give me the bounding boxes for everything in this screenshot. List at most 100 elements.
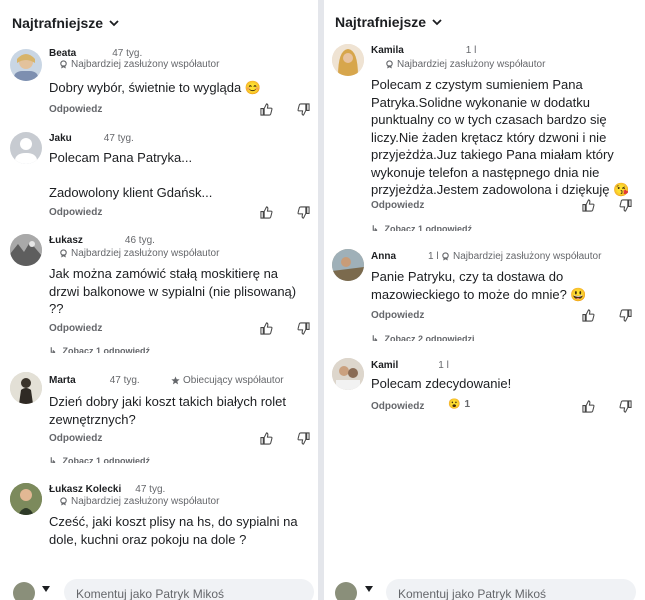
thumbs-down-icon[interactable] — [619, 309, 632, 322]
award-icon — [442, 252, 449, 261]
thumbs-up-icon[interactable] — [582, 199, 595, 212]
reply-button[interactable]: Odpowiedz — [49, 323, 102, 334]
comment: Beata 47 tyg. Najbardziej zasłużony wspó… — [0, 46, 318, 126]
comment-author[interactable]: Łukasz — [49, 235, 83, 246]
comment: Jaku 47 tyg. Polecam Pana Patryka... Zad… — [0, 131, 318, 226]
comment-author[interactable]: Kamila — [371, 45, 404, 56]
thumbs-up-icon[interactable] — [260, 103, 273, 116]
chevron-down-icon[interactable] — [42, 586, 50, 592]
sort-label: Najtrafniejsze — [12, 15, 104, 31]
thumbs-up-icon[interactable] — [260, 206, 273, 219]
chevron-down-icon — [109, 20, 119, 27]
avatar[interactable] — [332, 44, 364, 76]
comment-time[interactable]: 46 tyg. — [125, 235, 155, 246]
reply-button[interactable]: Odpowiedz — [371, 310, 424, 321]
view-replies-link[interactable]: ↳ Zobacz 1 odpowiedź — [49, 346, 150, 353]
comment-text: Cześć, jaki koszt plisy na hs, do sypial… — [49, 514, 298, 547]
thumbs-down-icon[interactable] — [619, 199, 632, 212]
comment-time[interactable]: 47 tyg. — [112, 48, 142, 59]
thumbs-down-icon[interactable] — [297, 206, 310, 219]
comment: Marta 47 tyg. Obiecujący współautor Dzie… — [0, 372, 318, 472]
comment-input[interactable]: Komentuj jako Patryk Mikoś — [386, 579, 636, 600]
chevron-down-icon[interactable] — [365, 586, 373, 592]
comment-time[interactable]: 1 l — [438, 360, 449, 371]
comment-author[interactable]: Marta — [49, 375, 76, 386]
comment-time[interactable]: 47 tyg. — [110, 375, 140, 386]
comment-time[interactable]: 1 l — [428, 251, 439, 262]
comment-text: Polecam Pana Patryka... Zadowolony klien… — [49, 150, 213, 200]
award-icon — [60, 249, 67, 258]
contributor-badge: Najbardziej zasłużony współautor — [453, 251, 602, 262]
view-replies-link[interactable]: ↳ Zobacz 1 odpowiedź — [49, 456, 150, 463]
avatar[interactable] — [10, 49, 42, 81]
comment-input[interactable]: Komentuj jako Patryk Mikoś — [64, 579, 314, 600]
contributor-badge: Najbardziej zasłużony współautor — [71, 59, 220, 70]
thumbs-up-icon[interactable] — [260, 432, 273, 445]
comment-author[interactable]: Łukasz Kolecki — [49, 484, 121, 495]
avatar[interactable] — [10, 483, 42, 515]
comment-text: Dobry wybór, świetnie to wygląda 😊 — [49, 80, 261, 95]
comment: Łukasz Kolecki 47 tyg. Najbardziej zasłu… — [0, 482, 318, 572]
award-icon — [60, 497, 67, 506]
corner-arrow-icon: ↳ — [371, 334, 379, 341]
avatar[interactable] — [10, 234, 42, 266]
thumbs-up-icon[interactable] — [582, 400, 595, 413]
comment: Kamil 1 l Polecam zdecydowanie! Odpowied… — [324, 357, 645, 417]
comment-author[interactable]: Jaku — [49, 133, 72, 144]
thumbs-down-icon[interactable] — [297, 322, 310, 335]
comment-author[interactable]: Kamil — [371, 360, 398, 371]
corner-arrow-icon: ↳ — [49, 456, 57, 463]
avatar[interactable] — [13, 582, 35, 600]
sort-label: Najtrafniejsze — [335, 14, 427, 30]
contributor-badge: Najbardziej zasłużony współautor — [397, 59, 546, 70]
wow-reaction-icon: 😮 — [448, 399, 461, 410]
award-icon — [60, 60, 67, 69]
corner-arrow-icon: ↳ — [371, 224, 379, 231]
comment-time[interactable]: 1 l — [466, 45, 477, 56]
contributor-badge: Najbardziej zasłużony współautor — [71, 248, 220, 259]
view-replies-link[interactable]: ↳ Zobacz 1 odpowiedź — [371, 224, 472, 231]
comment-text: Dzień dobry jaki koszt takich białych ro… — [49, 394, 286, 427]
avatar[interactable] — [332, 249, 364, 281]
comments-panel-right: Najtrafniejsze Kamila 1 l Najbardziej za… — [324, 0, 645, 600]
star-icon — [171, 376, 180, 385]
comment-text: Jak można zamówić stałą moskitierę na dr… — [49, 266, 297, 316]
comment-text: Polecam zdecydowanie! — [371, 376, 512, 391]
comment-text: Panie Patryku, czy ta dostawa do mazowie… — [371, 269, 587, 302]
thumbs-up-icon[interactable] — [582, 309, 595, 322]
comment: Anna 1 l Najbardziej zasłużony współauto… — [324, 248, 645, 343]
comment-time[interactable]: 47 tyg. — [135, 484, 165, 495]
reply-button[interactable]: Odpowiedz — [49, 433, 102, 444]
comment: Łukasz 46 tyg. Najbardziej zasłużony wsp… — [0, 233, 318, 353]
thumbs-down-icon[interactable] — [297, 432, 310, 445]
reply-button[interactable]: Odpowiedz — [49, 104, 102, 115]
comment-author[interactable]: Beata — [49, 48, 76, 59]
reaction-count: 1 — [464, 399, 471, 410]
reply-button[interactable]: Odpowiedz — [371, 200, 424, 211]
reaction-summary[interactable]: 😮 1 — [448, 399, 470, 410]
comment-composer: Komentuj jako Patryk Mikoś — [0, 576, 318, 600]
reply-button[interactable]: Odpowiedz — [371, 401, 424, 412]
contributor-badge: Najbardziej zasłużony współautor — [71, 496, 220, 507]
comment-composer: Komentuj jako Patryk Mikoś — [324, 576, 645, 600]
thumbs-down-icon[interactable] — [297, 103, 310, 116]
corner-arrow-icon: ↳ — [49, 346, 57, 353]
view-replies-link[interactable]: ↳ Zobacz 2 odpowiedzi — [371, 334, 475, 341]
thumbs-up-icon[interactable] — [260, 322, 273, 335]
avatar[interactable] — [10, 372, 42, 404]
chevron-down-icon — [432, 19, 442, 26]
comment-text: Polecam z czystym sumieniem Pana Patryka… — [371, 77, 630, 197]
sort-dropdown[interactable]: Najtrafniejsze — [335, 14, 442, 30]
comments-panel-left: Najtrafniejsze Beata 47 tyg. Najbardziej… — [0, 0, 318, 600]
avatar[interactable] — [335, 582, 357, 600]
award-icon — [386, 60, 393, 69]
avatar[interactable] — [10, 132, 42, 164]
thumbs-down-icon[interactable] — [619, 400, 632, 413]
avatar[interactable] — [332, 358, 364, 390]
comment-time[interactable]: 47 tyg. — [104, 133, 134, 144]
comment: Kamila 1 l Najbardziej zasłużony współau… — [324, 43, 645, 233]
reply-button[interactable]: Odpowiedz — [49, 207, 102, 218]
contributor-badge: Obiecujący współautor — [183, 375, 284, 386]
comment-author[interactable]: Anna — [371, 251, 396, 262]
sort-dropdown[interactable]: Najtrafniejsze — [12, 15, 119, 31]
